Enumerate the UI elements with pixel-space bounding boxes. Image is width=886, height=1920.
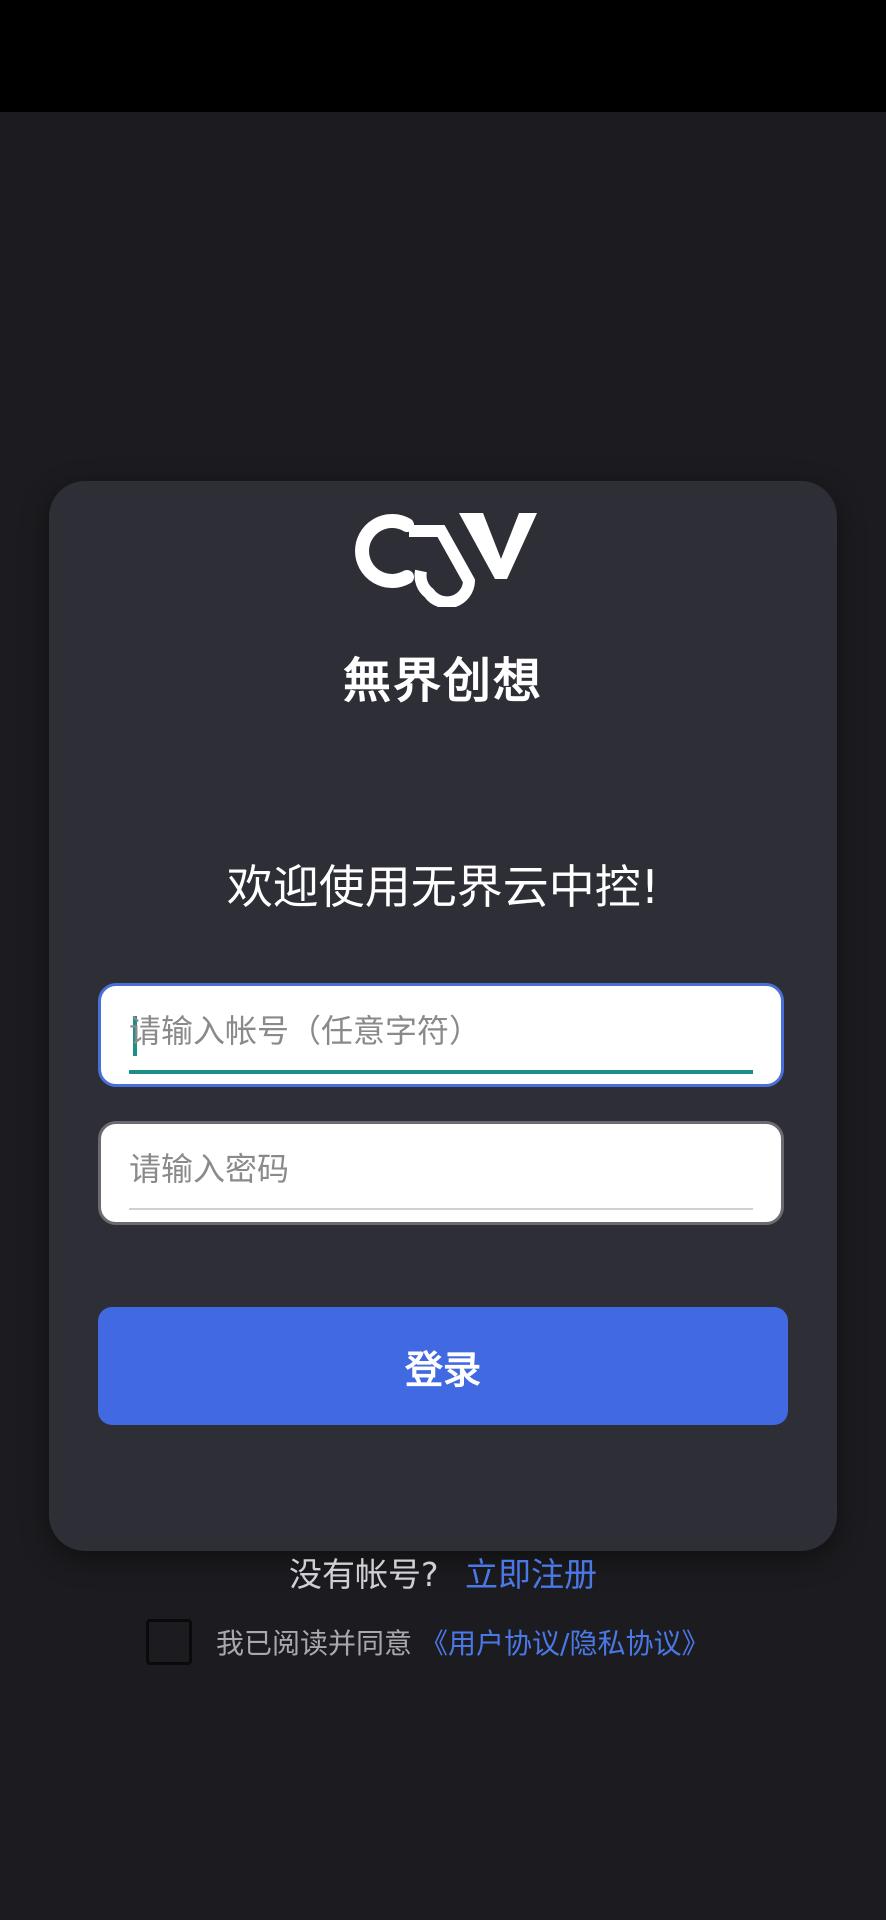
register-link[interactable]: 立即注册: [465, 1555, 597, 1594]
status-bar: [0, 0, 886, 112]
password-underline: [129, 1208, 753, 1210]
login-card: 無界创想 欢迎使用无界云中控! 登录: [49, 481, 837, 1551]
password-input[interactable]: [129, 1138, 739, 1200]
cw-logo-icon: [355, 513, 537, 607]
agreement-checkbox[interactable]: [146, 1619, 192, 1665]
login-button[interactable]: 登录: [98, 1307, 788, 1425]
password-field[interactable]: [98, 1121, 784, 1225]
account-underline: [129, 1070, 753, 1074]
welcome-title: 欢迎使用无界云中控!: [226, 860, 660, 914]
agreement-row: 我已阅读并同意 《用户协议/隐私协议》: [146, 1618, 709, 1666]
register-question: 没有帐号?: [288, 1555, 439, 1594]
register-row: 没有帐号? 立即注册: [0, 1548, 886, 1596]
account-input[interactable]: [129, 1000, 739, 1062]
account-field[interactable]: [98, 983, 784, 1087]
brand-logo-text: 無界创想: [342, 653, 543, 709]
agreement-text: 我已阅读并同意: [216, 1627, 413, 1660]
agreement-link[interactable]: 《用户协议/隐私协议》: [420, 1622, 709, 1662]
